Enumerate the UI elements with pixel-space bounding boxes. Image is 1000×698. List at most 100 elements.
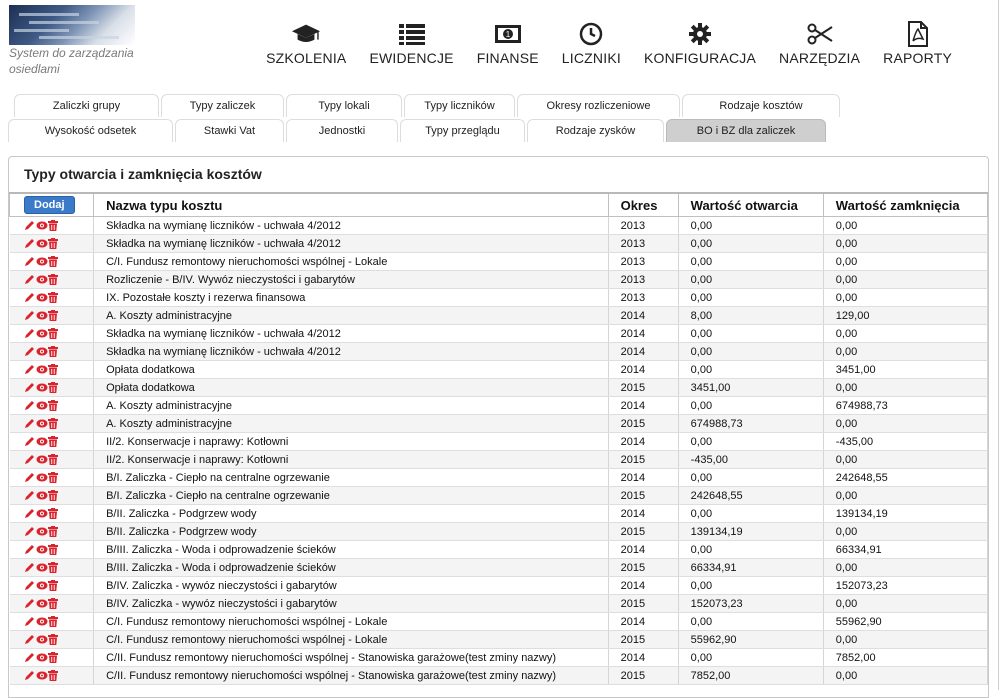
edit-icon[interactable] <box>24 598 35 609</box>
tab-typy-przegladu[interactable]: Typy przeglądu <box>400 119 525 142</box>
trash-icon[interactable] <box>47 562 59 574</box>
tab-jednostki[interactable]: Jednostki <box>286 119 398 142</box>
edit-icon[interactable] <box>24 382 35 393</box>
logo[interactable] <box>9 5 135 45</box>
nav-konfiguracja[interactable]: KONFIGURACJA <box>644 20 756 66</box>
trash-icon[interactable] <box>47 292 59 304</box>
trash-icon[interactable] <box>47 364 59 376</box>
view-icon[interactable] <box>36 562 47 573</box>
edit-icon[interactable] <box>24 490 35 501</box>
trash-icon[interactable] <box>47 634 59 646</box>
view-icon[interactable] <box>36 670 47 681</box>
edit-icon[interactable] <box>24 562 35 573</box>
tab-wysokosc-odsetek[interactable]: Wysokość odsetek <box>8 119 173 142</box>
trash-icon[interactable] <box>47 310 59 322</box>
view-icon[interactable] <box>36 508 47 519</box>
edit-icon[interactable] <box>24 454 35 465</box>
nav-finanse[interactable]: 1 FINANSE <box>477 20 539 66</box>
trash-icon[interactable] <box>47 580 59 592</box>
tab-bo-bz-zaliczek[interactable]: BO i BZ dla zaliczek <box>666 119 826 142</box>
edit-icon[interactable] <box>24 580 35 591</box>
nav-ewidencje[interactable]: EWIDENCJE <box>369 20 454 66</box>
trash-icon[interactable] <box>47 382 59 394</box>
header-period[interactable]: Okres <box>607 192 679 217</box>
edit-icon[interactable] <box>24 292 35 303</box>
trash-icon[interactable] <box>47 616 59 628</box>
trash-icon[interactable] <box>47 346 59 358</box>
view-icon[interactable] <box>36 256 47 267</box>
trash-icon[interactable] <box>47 490 59 502</box>
trash-icon[interactable] <box>47 598 59 610</box>
trash-icon[interactable] <box>47 436 59 448</box>
trash-icon[interactable] <box>47 418 59 430</box>
view-icon[interactable] <box>36 346 47 357</box>
view-icon[interactable] <box>36 580 47 591</box>
trash-icon[interactable] <box>47 274 59 286</box>
view-icon[interactable] <box>36 418 47 429</box>
trash-icon[interactable] <box>47 328 59 340</box>
nav-liczniki[interactable]: LICZNIKI <box>562 20 621 66</box>
trash-icon[interactable] <box>47 238 59 250</box>
edit-icon[interactable] <box>24 472 35 483</box>
tab-zaliczki-grupy[interactable]: Zaliczki grupy <box>14 94 159 117</box>
tab-typy-licznikow[interactable]: Typy liczników <box>404 94 515 117</box>
view-icon[interactable] <box>36 490 47 501</box>
trash-icon[interactable] <box>47 400 59 412</box>
edit-icon[interactable] <box>24 616 35 627</box>
tab-rodzaje-kosztow[interactable]: Rodzaje kosztów <box>682 94 840 117</box>
add-button[interactable]: Dodaj <box>24 196 75 214</box>
view-icon[interactable] <box>36 652 47 663</box>
view-icon[interactable] <box>36 382 47 393</box>
trash-icon[interactable] <box>47 544 59 556</box>
trash-icon[interactable] <box>47 670 59 682</box>
view-icon[interactable] <box>36 220 47 231</box>
edit-icon[interactable] <box>24 256 35 267</box>
edit-icon[interactable] <box>24 238 35 249</box>
header-closing-value[interactable]: Wartość zamknięcia <box>822 192 989 217</box>
view-icon[interactable] <box>36 598 47 609</box>
tab-stawki-vat[interactable]: Stawki Vat <box>175 119 284 142</box>
trash-icon[interactable] <box>47 652 59 664</box>
view-icon[interactable] <box>36 616 47 627</box>
view-icon[interactable] <box>36 526 47 537</box>
view-icon[interactable] <box>36 364 47 375</box>
edit-icon[interactable] <box>24 652 35 663</box>
view-icon[interactable] <box>36 472 47 483</box>
edit-icon[interactable] <box>24 346 35 357</box>
edit-icon[interactable] <box>24 310 35 321</box>
edit-icon[interactable] <box>24 544 35 555</box>
view-icon[interactable] <box>36 274 47 285</box>
view-icon[interactable] <box>36 292 47 303</box>
trash-icon[interactable] <box>47 256 59 268</box>
view-icon[interactable] <box>36 544 47 555</box>
edit-icon[interactable] <box>24 220 35 231</box>
tab-rodzaje-zyskow[interactable]: Rodzaje zysków <box>527 119 664 142</box>
trash-icon[interactable] <box>47 526 59 538</box>
edit-icon[interactable] <box>24 364 35 375</box>
edit-icon[interactable] <box>24 526 35 537</box>
trash-icon[interactable] <box>47 220 59 232</box>
view-icon[interactable] <box>36 328 47 339</box>
view-icon[interactable] <box>36 436 47 447</box>
trash-icon[interactable] <box>47 454 59 466</box>
header-opening-value[interactable]: Wartość otwarcia <box>677 192 824 217</box>
edit-icon[interactable] <box>24 634 35 645</box>
trash-icon[interactable] <box>47 508 59 520</box>
nav-raporty[interactable]: RAPORTY <box>883 20 952 66</box>
edit-icon[interactable] <box>24 328 35 339</box>
tab-typy-zaliczek[interactable]: Typy zaliczek <box>161 94 284 117</box>
trash-icon[interactable] <box>47 472 59 484</box>
edit-icon[interactable] <box>24 274 35 285</box>
view-icon[interactable] <box>36 238 47 249</box>
edit-icon[interactable] <box>24 508 35 519</box>
header-name[interactable]: Nazwa typu kosztu <box>93 192 609 217</box>
edit-icon[interactable] <box>24 670 35 681</box>
tab-okresy-rozliczeniowe[interactable]: Okresy rozliczeniowe <box>517 94 680 117</box>
edit-icon[interactable] <box>24 436 35 447</box>
view-icon[interactable] <box>36 310 47 321</box>
nav-narzedzia[interactable]: NARZĘDZIA <box>779 20 860 66</box>
nav-szkolenia[interactable]: SZKOLENIA <box>266 20 346 66</box>
view-icon[interactable] <box>36 400 47 411</box>
view-icon[interactable] <box>36 454 47 465</box>
edit-icon[interactable] <box>24 418 35 429</box>
